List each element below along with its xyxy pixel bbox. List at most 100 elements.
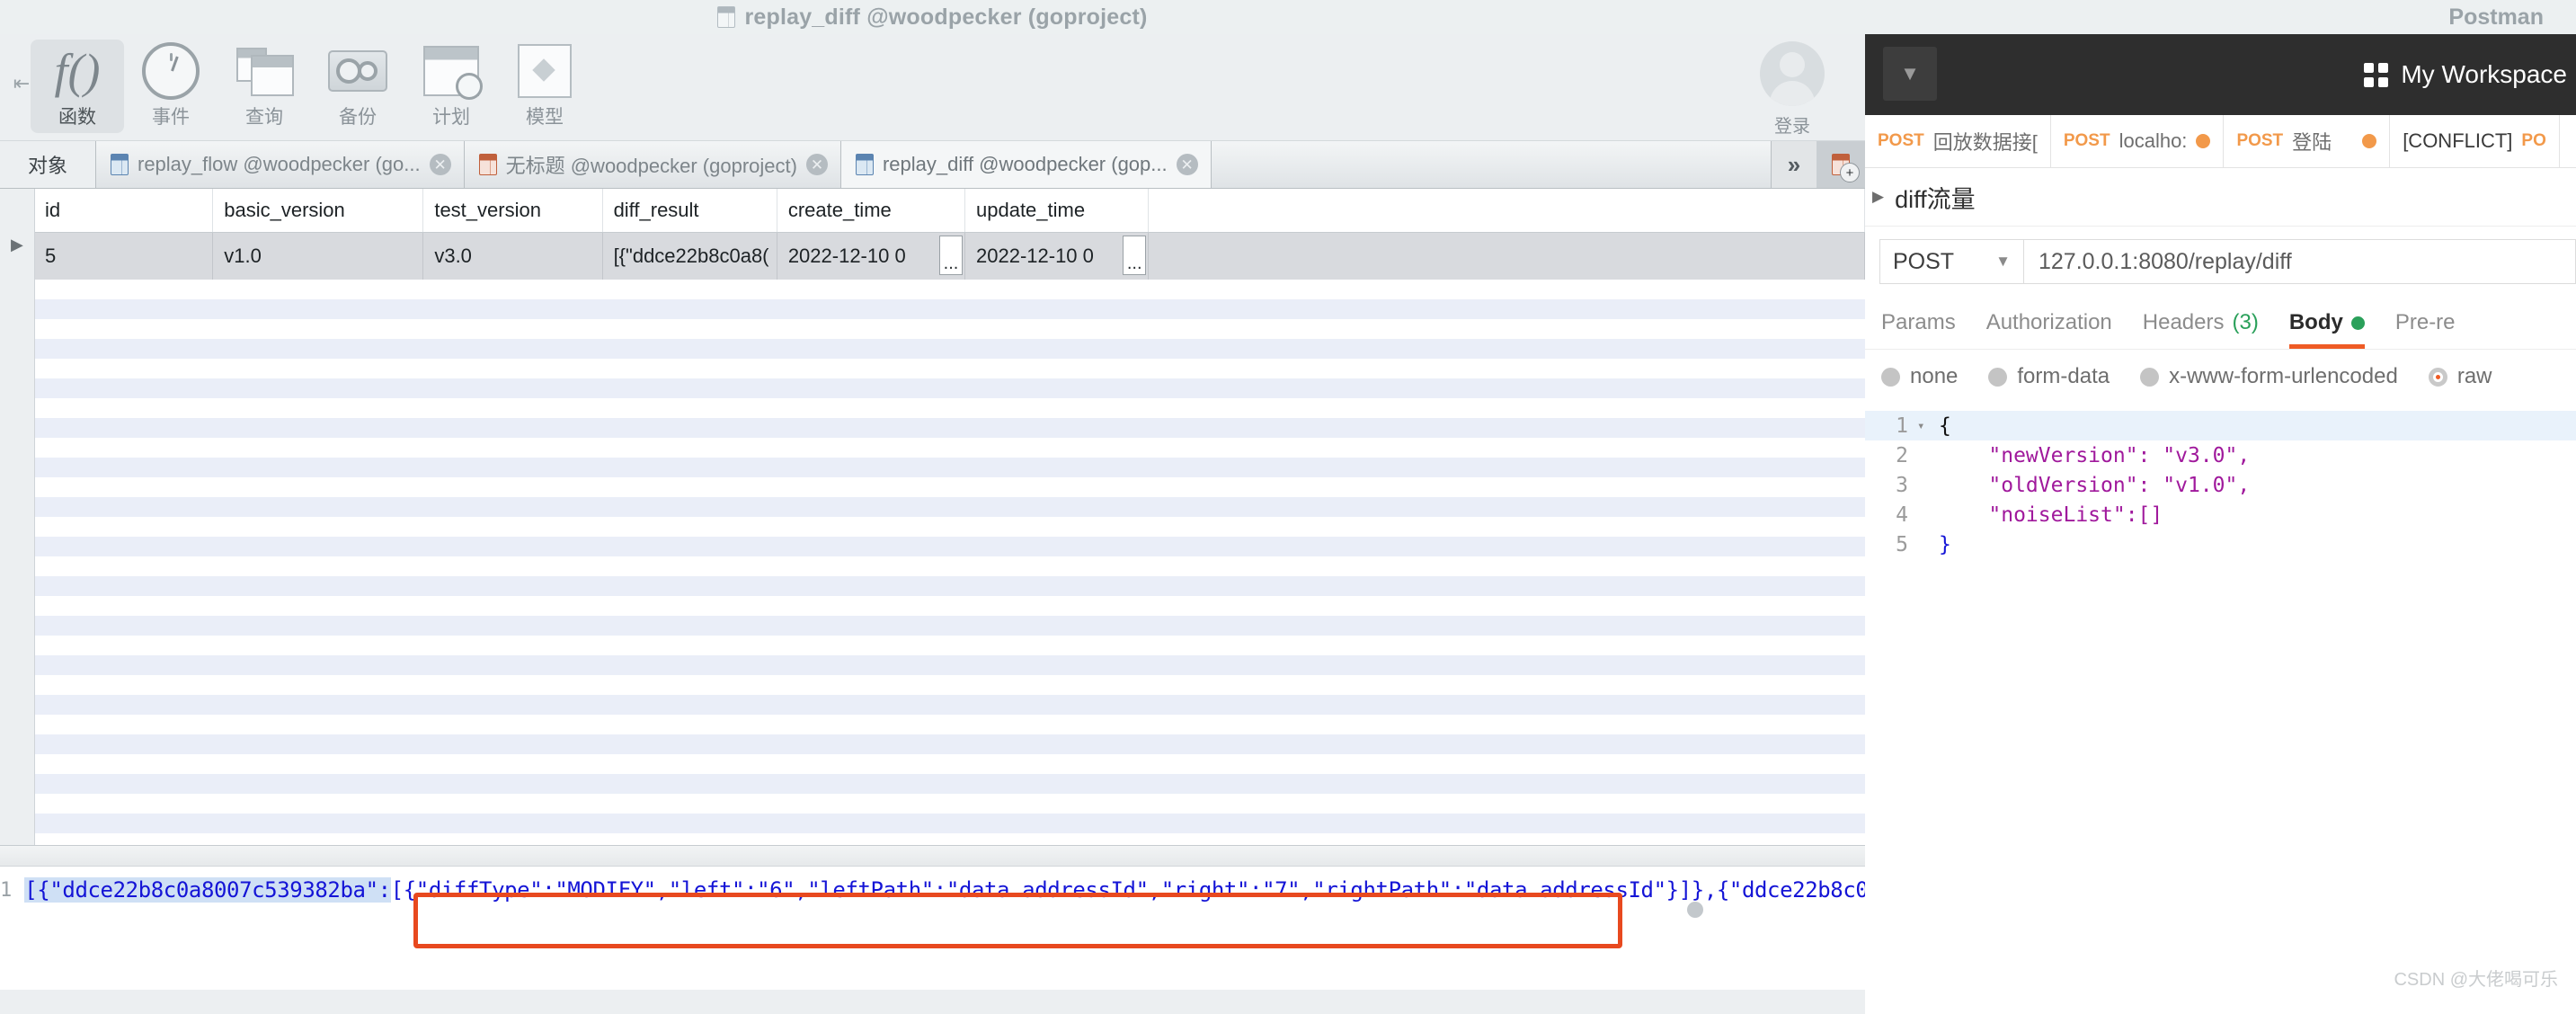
cell-basic-version[interactable]: v1.0 <box>213 233 424 280</box>
scroll-thumb[interactable] <box>1687 902 1703 918</box>
code-line-row: 1 [{"ddce22b8c0a8007c539382ba":[{"diffTy… <box>0 867 1957 921</box>
navicat-tab-bar: 对象 replay_flow @woodpecker (go... ✕ 无标题 … <box>0 141 1865 189</box>
request-tab-label: 回放数据接[ <box>1932 131 2038 154</box>
request-tab-0[interactable]: POST 回放数据接[ <box>1865 115 2051 167</box>
avatar <box>1760 41 1825 106</box>
line-number: 4 <box>1896 503 1908 527</box>
table-icon-red <box>478 154 497 175</box>
body-present-dot-icon <box>2350 316 2365 330</box>
tab-label: Body <box>2288 310 2343 334</box>
tab-objects[interactable]: 对象 <box>0 141 96 188</box>
tab-label: Authorization <box>1985 310 2112 334</box>
table-icon-blue <box>855 154 874 175</box>
table-icon <box>717 6 736 28</box>
body-type-urlencoded[interactable]: x-www-form-urlencoded <box>2140 364 2398 389</box>
headers-count: (3) <box>2232 310 2259 334</box>
toolbar-button-query[interactable]: 查询 <box>218 40 311 133</box>
close-icon[interactable]: ✕ <box>805 154 828 175</box>
function-icon: f() <box>54 44 101 98</box>
toolbar-label: 模型 <box>526 107 564 128</box>
body-editor[interactable]: 1 ▾ { 2 "newVersion": "v3.0", 3 "oldVers… <box>1865 404 2576 559</box>
postman-titlebar: Postman <box>1865 0 2576 34</box>
cell-create-time-text: 2022-12-10 0 <box>787 245 906 267</box>
body-type-none[interactable]: none <box>1881 364 1958 389</box>
toolbar-button-backup[interactable]: 备份 <box>311 40 404 133</box>
column-header-id[interactable]: id <box>34 189 214 232</box>
cell-diff-result[interactable]: [{"ddce22b8c0a8( <box>603 233 777 280</box>
chevron-right-icon[interactable]: ▶ <box>1872 188 1884 206</box>
body-type-form-data[interactable]: form-data <box>1988 364 2110 389</box>
close-icon[interactable]: ✕ <box>429 154 451 175</box>
grid-row-gutter: ▶ <box>0 189 35 845</box>
request-url-row: POST ▼ 127.0.0.1:8080/replay/diff <box>1865 227 2576 297</box>
line-number: 5 <box>1896 532 1908 556</box>
event-clock-icon <box>124 40 218 102</box>
schedule-calendar-icon <box>404 40 498 102</box>
value-preview-pane: 1 [{"ddce22b8c0a8007c539382ba":[{"diffTy… <box>0 846 1957 990</box>
close-icon[interactable]: ✕ <box>1176 154 1198 175</box>
result-grid: ▶ id basic_version test_version diff_res… <box>0 189 1865 846</box>
toolbar-button-event[interactable]: 事件 <box>124 40 218 133</box>
breadcrumb-label: diff流量 <box>1895 185 1976 213</box>
new-tab-button[interactable]: + <box>1817 141 1865 188</box>
toolbar-button-function[interactable]: f() 函数 <box>31 40 124 133</box>
column-header-basic-version[interactable]: basic_version <box>213 189 424 232</box>
body-type-radios: none form-data x-www-form-urlencoded raw <box>1865 350 2576 404</box>
workspace-button[interactable]: My Workspace <box>2364 60 2576 89</box>
request-tab-3[interactable]: [CONFLICT] PO <box>2390 115 2560 167</box>
tab-pre-request[interactable]: Pre-re <box>2395 297 2456 349</box>
toolbar-button-schedule[interactable]: 计划 <box>404 40 498 133</box>
fold-icon[interactable]: ▾ <box>1917 419 1939 433</box>
tab-authorization[interactable]: Authorization <box>1986 297 2112 349</box>
line-number: 1 <box>1896 414 1908 438</box>
method-select[interactable]: POST ▼ <box>1879 239 2023 284</box>
tab-params[interactable]: Params <box>1881 297 1956 349</box>
login-label: 登录 <box>1774 117 1810 137</box>
tab-replay-flow[interactable]: replay_flow @woodpecker (go... ✕ <box>96 141 465 188</box>
request-tab-label: [CONFLICT] <box>2403 129 2513 152</box>
code-content[interactable]: [{"ddce22b8c0a8007c539382ba":[{"diffType… <box>24 867 1957 903</box>
toolbar-scroll-left-icon[interactable]: ⇤ <box>13 34 31 133</box>
tab-label: Params <box>1881 310 1956 334</box>
column-header-update-time[interactable]: update_time <box>965 189 1150 232</box>
model-diagram-icon <box>498 40 591 102</box>
request-subtabs: Params Authorization Headers (3) Body Pr… <box>1865 297 2576 350</box>
login-button[interactable]: 登录 <box>1734 41 1851 138</box>
expand-value-button[interactable]: ... <box>939 236 963 275</box>
expand-value-button[interactable]: ... <box>1123 236 1147 275</box>
cell-create-time[interactable]: 2022-12-10 0 ... <box>777 233 965 280</box>
cell-blank <box>1149 233 1865 280</box>
toolbar-button-model[interactable]: 模型 <box>498 40 591 133</box>
request-tab-label: 登陆 <box>2292 131 2332 154</box>
column-header-blank <box>1149 189 1865 232</box>
navicat-window: replay_diff @woodpecker (goproject) ⇤ f(… <box>0 0 1957 1014</box>
cell-update-time[interactable]: 2022-12-10 0 ... <box>965 233 1150 280</box>
request-tab-1[interactable]: POST localho: <box>2051 115 2225 167</box>
column-header-create-time[interactable]: create_time <box>777 189 965 232</box>
editor-line: 3 "oldVersion": "v1.0", <box>1865 470 2576 500</box>
editor-line: 1 ▾ { <box>1865 411 2576 440</box>
cell-update-time-text: 2022-12-10 0 <box>976 245 1094 267</box>
cell-test-version[interactable]: v3.0 <box>423 233 603 280</box>
cell-id[interactable]: 5 <box>34 233 214 280</box>
column-header-test-version[interactable]: test_version <box>423 189 603 232</box>
column-header-diff-result[interactable]: diff_result <box>603 189 777 232</box>
radio-label: x-www-form-urlencoded <box>2169 364 2398 388</box>
postman-header: ▼ My Workspace <box>1865 34 2576 115</box>
tab-untitled[interactable]: 无标题 @woodpecker (goproject) ✕ <box>464 141 841 188</box>
line-code: { <box>1939 414 1951 438</box>
header-dropdown-button[interactable]: ▼ <box>1883 47 1937 101</box>
url-input[interactable]: 127.0.0.1:8080/replay/diff <box>2023 239 2576 284</box>
table-row[interactable]: 5 v1.0 v3.0 [{"ddce22b8c0a8( 2022-12-10 … <box>34 233 1865 280</box>
tab-overflow-icon[interactable]: » <box>1772 141 1817 188</box>
line-code: "oldVersion": "v1.0", <box>1939 473 2251 497</box>
tab-headers[interactable]: Headers (3) <box>2143 297 2259 349</box>
request-tab-2[interactable]: POST 登陆 <box>2224 115 2391 167</box>
body-type-raw[interactable]: raw <box>2428 364 2492 389</box>
tab-replay-diff[interactable]: replay_diff @woodpecker (gop... ✕ <box>840 141 1212 188</box>
method-badge: POST <box>1878 131 1924 150</box>
radio-label: none <box>1910 364 1959 388</box>
editor-line: 4 "noiseList":[] <box>1865 500 2576 529</box>
tab-body[interactable]: Body <box>2288 297 2365 349</box>
method-badge: POST <box>2063 131 2110 150</box>
